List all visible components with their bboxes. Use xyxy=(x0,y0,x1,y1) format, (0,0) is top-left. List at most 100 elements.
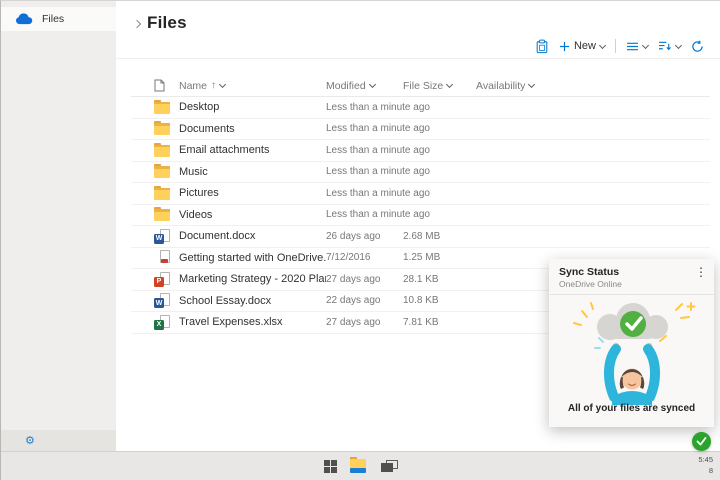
column-type[interactable] xyxy=(131,79,179,92)
view-options-button[interactable] xyxy=(626,41,648,52)
sort-ascending-icon: ↑ xyxy=(211,80,216,91)
paste-icon xyxy=(535,39,549,54)
file-modified: 22 days ago xyxy=(326,295,403,306)
sync-popup-title: Sync Status xyxy=(559,266,704,278)
sync-tray-button[interactable] xyxy=(692,432,711,451)
table-row[interactable]: Music Less than a minute ago xyxy=(131,162,710,184)
file-modified: 27 days ago xyxy=(326,274,403,285)
chevron-down-icon xyxy=(642,41,649,48)
chevron-right-icon[interactable] xyxy=(133,19,141,27)
sidebar-item-label: Files xyxy=(42,13,64,25)
chevron-down-icon xyxy=(599,41,606,48)
file-name: Videos xyxy=(179,209,326,221)
file-name: Travel Expenses.xlsx xyxy=(179,316,326,328)
sync-popup-header: Sync Status OneDrive Online ⋮ xyxy=(549,259,714,295)
document-icon xyxy=(154,79,165,92)
new-button[interactable]: New xyxy=(559,40,605,52)
plus-icon xyxy=(559,41,570,52)
file-size: 10.8 KB xyxy=(403,295,476,306)
file-modified: 7/12/2016 xyxy=(326,252,403,263)
column-name[interactable]: Name ↑ xyxy=(179,80,326,92)
file-explorer-button[interactable] xyxy=(350,459,368,473)
file-name: Getting started with OneDrive.pdf xyxy=(179,252,326,264)
file-modified: 26 days ago xyxy=(326,231,403,242)
sort-button[interactable] xyxy=(658,40,681,52)
chevron-down-icon xyxy=(219,81,226,88)
chevron-down-icon xyxy=(369,81,376,88)
file-modified: Less than a minute ago xyxy=(326,166,403,177)
table-row[interactable]: Documents Less than a minute ago xyxy=(131,119,710,141)
column-size[interactable]: File Size xyxy=(403,80,476,92)
table-row[interactable]: W Document.docx 26 days ago 2.68 MB xyxy=(131,226,710,248)
sidebar-footer: ⚙ xyxy=(1,430,116,452)
file-type-icon: W xyxy=(131,293,179,308)
file-size: 28.1 KB xyxy=(403,274,476,285)
folder-icon xyxy=(154,210,170,221)
file-type-icon xyxy=(131,208,179,221)
chevron-down-icon xyxy=(675,41,682,48)
table-row[interactable]: Desktop Less than a minute ago xyxy=(131,97,710,119)
page-title: Files xyxy=(147,13,187,33)
table-row[interactable]: Pictures Less than a minute ago xyxy=(131,183,710,205)
more-options-icon[interactable]: ⋮ xyxy=(695,266,707,278)
chevron-down-icon xyxy=(446,81,453,88)
file-type-icon: P xyxy=(131,272,179,287)
file-name: Pictures xyxy=(179,187,326,199)
settings-gear-icon[interactable]: ⚙ xyxy=(25,436,35,447)
table-row[interactable]: Videos Less than a minute ago xyxy=(131,205,710,227)
folder-icon xyxy=(154,124,170,135)
file-type-icon xyxy=(131,101,179,114)
file-modified: Less than a minute ago xyxy=(326,145,403,156)
folder-icon xyxy=(154,167,170,178)
file-name: Email attachments xyxy=(179,144,326,156)
refresh-button[interactable] xyxy=(691,40,704,53)
sync-popup-subtitle: OneDrive Online xyxy=(559,279,704,289)
folder-icon xyxy=(154,146,170,157)
woman-illustration xyxy=(608,343,654,405)
folder-icon xyxy=(154,189,170,200)
table-header: Name ↑ Modified File Size Availability xyxy=(131,75,710,97)
word-file-icon: W xyxy=(154,229,170,244)
taskbar-clock[interactable]: 5:45 8 xyxy=(698,455,713,477)
check-icon xyxy=(696,437,707,446)
paste-button[interactable] xyxy=(535,39,549,54)
file-name: Music xyxy=(179,166,326,178)
word-file-icon: W xyxy=(154,293,170,308)
file-size: 7.81 KB xyxy=(403,317,476,328)
file-type-icon xyxy=(131,250,179,265)
sync-check-circle xyxy=(620,311,646,337)
file-type-icon: W xyxy=(131,229,179,244)
column-availability[interactable]: Availability xyxy=(476,80,710,92)
file-type-icon xyxy=(131,144,179,157)
file-modified: Less than a minute ago xyxy=(326,188,403,199)
task-view-button[interactable] xyxy=(381,460,398,472)
onedrive-cloud-icon xyxy=(15,13,33,25)
file-type-icon xyxy=(131,165,179,178)
column-modified[interactable]: Modified xyxy=(326,80,403,92)
sidebar-item-files[interactable]: Files xyxy=(1,7,116,31)
windows-start-button[interactable] xyxy=(324,460,337,473)
sort-icon xyxy=(658,40,672,52)
toolbar: New xyxy=(535,36,704,56)
toolbar-rule xyxy=(116,58,720,59)
breadcrumb: Files xyxy=(134,13,187,33)
file-modified: Less than a minute ago xyxy=(326,102,403,113)
file-type-icon: X xyxy=(131,315,179,330)
pdf-file-icon xyxy=(154,250,170,265)
file-size: 2.68 MB xyxy=(403,231,476,242)
folder-icon xyxy=(154,103,170,114)
file-name: School Essay.docx xyxy=(179,295,326,307)
view-list-icon xyxy=(626,41,639,52)
sync-status-message: All of your files are synced xyxy=(549,403,714,414)
file-name: Marketing Strategy - 2020 Plan.pptx xyxy=(179,273,326,285)
toolbar-divider xyxy=(615,39,616,53)
table-row[interactable]: Email attachments Less than a minute ago xyxy=(131,140,710,162)
file-type-icon xyxy=(131,122,179,135)
file-name: Documents xyxy=(179,123,326,135)
file-name: Desktop xyxy=(179,101,326,113)
excel-file-icon: X xyxy=(154,315,170,330)
file-name: Document.docx xyxy=(179,230,326,242)
sidebar: Files ⚙ xyxy=(1,1,116,452)
file-modified: Less than a minute ago xyxy=(326,209,403,220)
sync-illustration xyxy=(557,297,707,405)
